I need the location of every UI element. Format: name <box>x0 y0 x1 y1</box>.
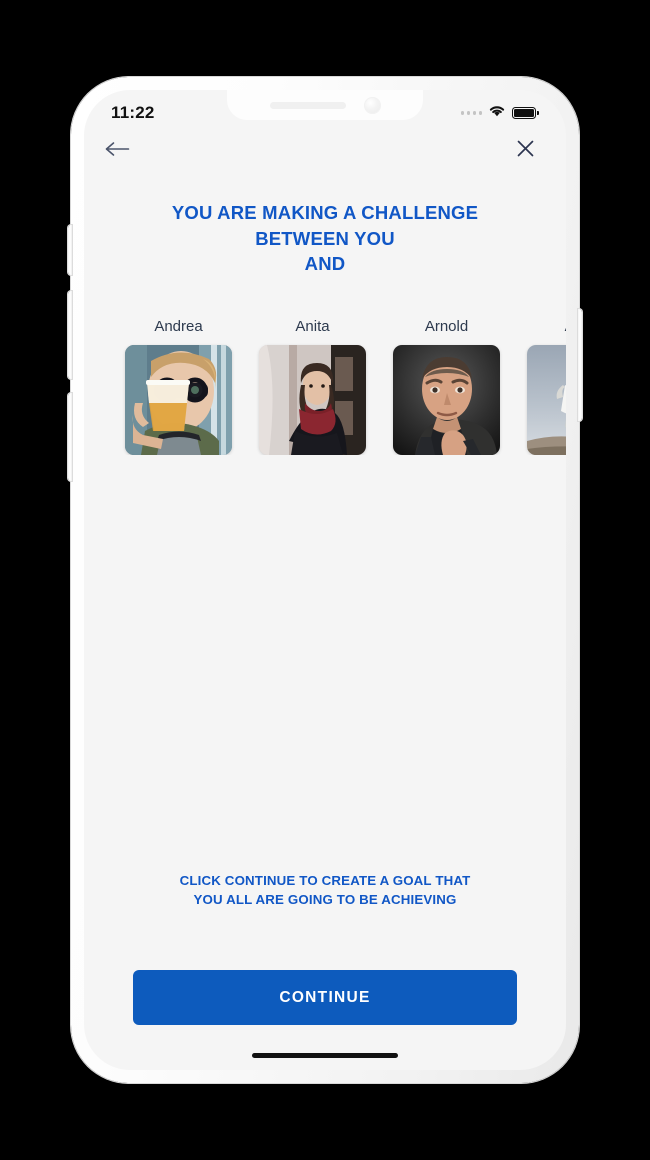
contact-card-audrey[interactable]: Audr <box>527 318 566 455</box>
footer-note: CLICK CONTINUE TO CREATE A GOAL THAT YOU… <box>84 872 566 910</box>
footer-note-line-1: CLICK CONTINUE TO CREATE A GOAL THAT <box>179 873 471 888</box>
continue-button[interactable]: CONTINUE <box>133 970 517 1025</box>
mute-switch-button[interactable] <box>68 225 72 275</box>
battery-icon <box>512 107 539 119</box>
contacts-carousel[interactable]: Andrea Anita Arnold <box>84 318 566 455</box>
cellular-signal-icon <box>460 111 482 115</box>
battery-level <box>514 109 534 117</box>
home-indicator[interactable] <box>252 1053 398 1058</box>
close-button[interactable] <box>516 139 535 163</box>
volume-down-button[interactable] <box>68 393 72 481</box>
contact-name: Andrea <box>154 318 203 335</box>
page-title: YOU ARE MAKING A CHALLENGE BETWEEN YOU A… <box>84 200 566 277</box>
headline-line-1: YOU ARE MAKING A CHALLENGE <box>171 202 479 223</box>
phone-frame: 11:22 YOU ARE MAKING A CHALLENGE BETWEEN… <box>68 77 582 1083</box>
back-button[interactable] <box>104 140 131 163</box>
headline-line-3: AND <box>304 253 346 275</box>
contact-name: Anita <box>295 318 330 335</box>
contact-name: Arnold <box>424 318 469 335</box>
arnold-portrait-photo[interactable] <box>393 345 500 455</box>
anita-red-scarf-photo[interactable] <box>259 345 366 455</box>
notch <box>227 90 423 120</box>
contact-card-arnold[interactable]: Arnold <box>393 318 500 455</box>
power-button[interactable] <box>578 309 582 421</box>
contact-name: Audr <box>527 318 566 335</box>
andrea-drinking-beer-photo[interactable] <box>125 345 232 455</box>
headline-line-2: BETWEEN YOU <box>255 227 395 249</box>
nav-bar <box>84 130 566 172</box>
contact-card-andrea[interactable]: Andrea <box>125 318 232 455</box>
status-time: 11:22 <box>111 103 155 122</box>
audrey-hiking-photo[interactable] <box>527 345 566 455</box>
contact-card-anita[interactable]: Anita <box>259 318 366 455</box>
phone-screen: 11:22 YOU ARE MAKING A CHALLENGE BETWEEN… <box>84 90 566 1070</box>
earpiece-speaker-icon <box>269 101 346 109</box>
status-indicators <box>460 104 539 122</box>
volume-up-button[interactable] <box>68 291 72 379</box>
front-camera-icon <box>363 96 381 114</box>
footer-note-line-2: YOU ALL ARE GOING TO BE ACHIEVING <box>193 891 457 907</box>
wifi-icon <box>488 104 506 122</box>
